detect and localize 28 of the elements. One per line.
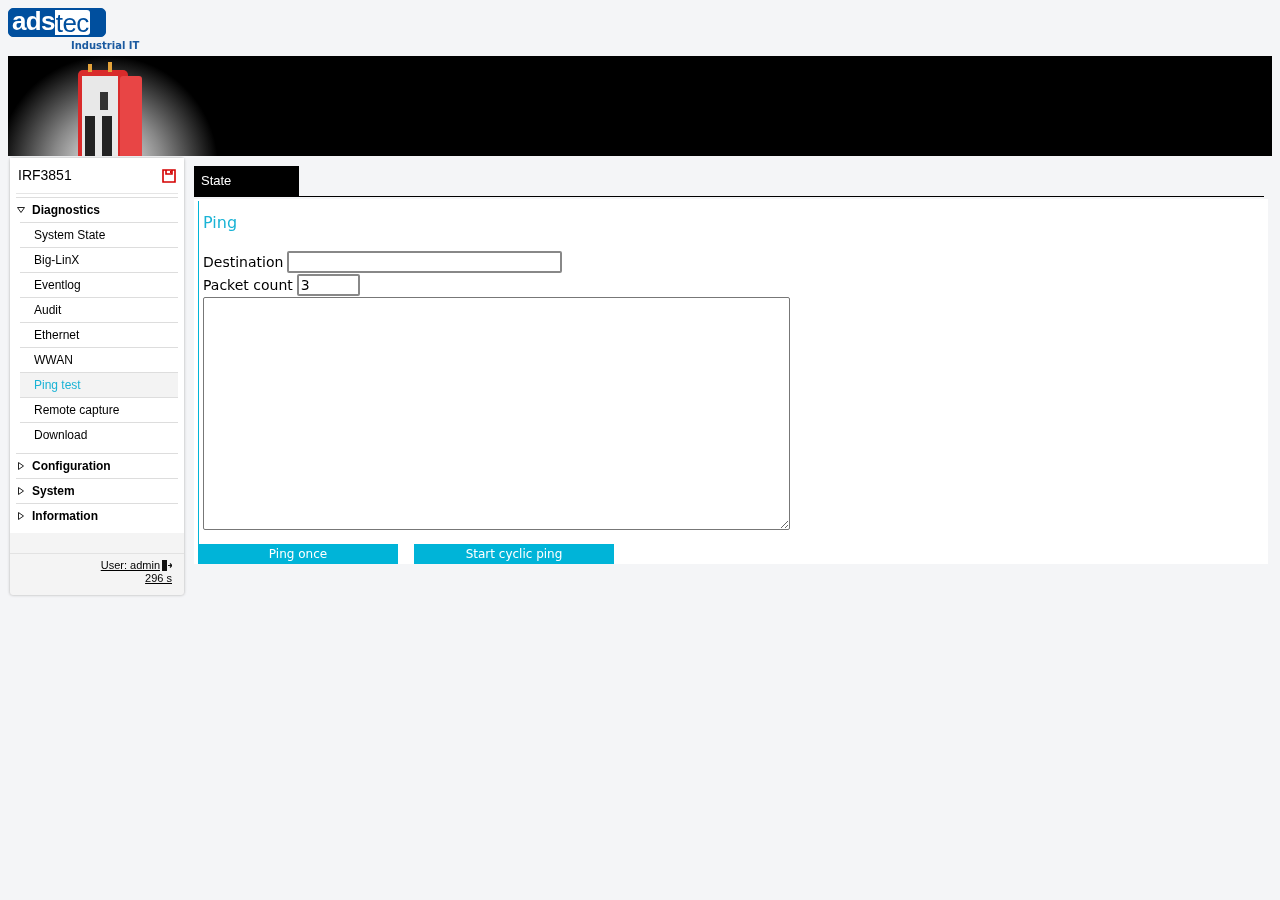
menu-item[interactable]: Remote capture [20,397,178,422]
caret-down-icon[interactable] [17,206,25,214]
caret-right-icon[interactable] [17,487,25,495]
tab[interactable]: State [194,166,299,196]
input-field[interactable]: 3 [296,274,360,296]
session-timer: 296 s [145,572,172,585]
user-link[interactable]: User: admin [100,559,160,572]
menu-item[interactable]: System State [20,222,178,247]
menu-group[interactable]: Information [32,507,98,525]
save-icon[interactable] [162,168,176,183]
field-label: Packet count [203,275,293,295]
menu-item[interactable]: Download [20,422,178,447]
panel-title: Ping [203,213,239,233]
caret-right-icon[interactable] [17,462,25,470]
menu-item[interactable]: Eventlog [20,272,178,297]
field-label: Destination [203,252,284,272]
logout-icon[interactable] [161,560,172,571]
menu-group[interactable]: Diagnostics [32,201,100,219]
menu-group[interactable]: Configuration [32,457,111,475]
menu-item[interactable]: Ethernet [20,322,178,347]
menu-item[interactable]: Big-LinX [20,247,178,272]
device-name: IRF3851 [18,166,72,185]
menu-group[interactable]: System [32,482,75,500]
menu-item[interactable]: Audit [20,297,178,322]
logo: adstec [8,8,106,37]
caret-right-icon[interactable] [17,512,25,520]
input-field[interactable] [287,251,563,273]
logo-tagline: Industrial IT [71,41,140,51]
